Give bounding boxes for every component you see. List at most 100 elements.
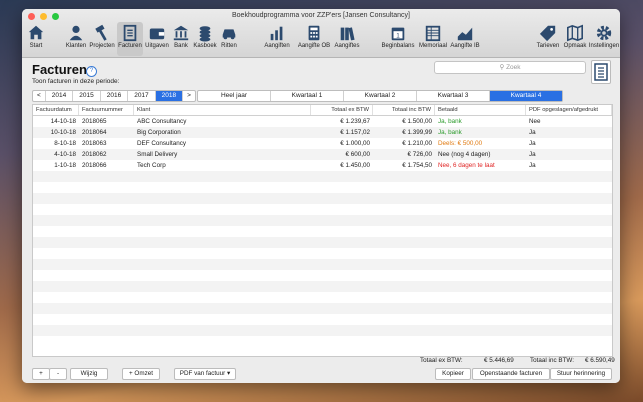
hammer-icon: [95, 24, 107, 41]
gear-icon: [596, 25, 612, 41]
house-icon: [28, 25, 44, 40]
calendar-icon: 1: [391, 27, 405, 41]
add-button[interactable]: +: [32, 368, 50, 380]
toolbar-aangiften[interactable]: Aangiften: [258, 22, 296, 56]
page-title: Facturen: [32, 62, 87, 77]
cell-client: DEF Consultancy: [137, 140, 186, 147]
year-option[interactable]: 2015: [73, 91, 101, 101]
toolbar-facturen[interactable]: Facturen: [117, 22, 143, 56]
toolbar-tarieven[interactable]: Tarieven: [534, 22, 562, 56]
empty-row: [33, 270, 612, 281]
column-header[interactable]: Totaal inc BTW: [373, 105, 435, 115]
toolbar-label: Uitgaven: [145, 43, 169, 49]
year-option[interactable]: 2017: [128, 91, 156, 101]
table-header: Factuurdatum Factuurnummer Klant Totaal …: [33, 105, 612, 116]
edit-button[interactable]: Wijzig: [70, 368, 108, 380]
empty-row: [33, 303, 612, 314]
cell-pdf: Ja: [529, 162, 536, 169]
cell-number: 2018066: [82, 162, 107, 169]
toolbar-label: Opmaak: [563, 43, 587, 49]
search-input[interactable]: ⚲ Zoek: [434, 61, 586, 74]
column-header[interactable]: Betaald: [435, 105, 526, 115]
total-inc-label: Totaal inc BTW:: [530, 357, 574, 364]
column-header[interactable]: Klant: [134, 105, 311, 115]
toolbar-label: Klanten: [65, 43, 87, 49]
cell-total-inc: € 1.399,99: [402, 129, 432, 136]
period-option-selected[interactable]: Kwartaal 4: [490, 91, 562, 101]
remove-button[interactable]: -: [49, 368, 67, 380]
period-option[interactable]: Kwartaal 3: [417, 91, 490, 101]
search-placeholder: Zoek: [506, 64, 521, 71]
toolbar-opmaak[interactable]: Opmaak: [562, 22, 588, 56]
empty-row: [33, 259, 612, 270]
period-option[interactable]: Kwartaal 2: [344, 91, 417, 101]
table-row[interactable]: 4-10-18 2018062 Small Delivery € 600,00 …: [33, 149, 612, 160]
toolbar-aangifte-ib[interactable]: Aangifte IB: [450, 22, 480, 56]
toolbar-bank[interactable]: Bank: [170, 22, 192, 56]
toolbar-aangifte-ob[interactable]: Aangifte OB: [296, 22, 332, 56]
toolbar-projecten[interactable]: Projecten: [88, 22, 116, 56]
column-header[interactable]: PDF opgeslagen/afgedrukt: [526, 105, 612, 115]
total-ex-value: € 5.446,69: [484, 357, 514, 364]
cell-date: 4-10-18: [54, 151, 76, 158]
column-header[interactable]: Totaal ex BTW: [311, 105, 373, 115]
year-prev-button[interactable]: <: [33, 91, 46, 101]
car-icon: [222, 29, 236, 40]
report-button[interactable]: [591, 60, 611, 84]
cell-total-ex: € 600,00: [345, 151, 370, 158]
help-button[interactable]: ?: [86, 66, 97, 77]
cell-pdf: Ja: [529, 140, 536, 147]
toolbar-label: Aangifte IB: [450, 43, 480, 49]
year-option[interactable]: 2014: [46, 91, 74, 101]
cell-client: Big Corporation: [137, 129, 181, 136]
bank-icon: [173, 25, 189, 41]
empty-row: [33, 215, 612, 226]
year-option-selected[interactable]: 2018: [155, 91, 184, 101]
toolbar-beginbalans[interactable]: 1 Beginbalans: [380, 22, 416, 56]
toolbar-label: Aangiften: [264, 43, 290, 49]
year-next-button[interactable]: >: [183, 91, 195, 101]
table-row[interactable]: 14-10-18 2018065 ABC Consultancy € 1.239…: [33, 116, 612, 127]
cell-number: 2018064: [82, 129, 107, 136]
empty-row: [33, 171, 612, 182]
open-invoices-button[interactable]: Openstaande facturen: [472, 368, 550, 380]
chevron-down-icon: ▾: [227, 370, 231, 377]
table-row[interactable]: 8-10-18 2018063 DEF Consultancy € 1.000,…: [33, 138, 612, 149]
toolbar-label: Bank: [174, 43, 188, 49]
copy-button[interactable]: Kopieer: [435, 368, 471, 380]
cell-paid: Ja, bank: [438, 118, 462, 125]
toolbar-memoriaal[interactable]: Memoriaal: [416, 22, 450, 56]
invoice-table: Factuurdatum Factuurnummer Klant Totaal …: [32, 104, 613, 357]
toolbar-kasboek[interactable]: Kasboek: [192, 22, 218, 56]
add-omzet-button[interactable]: + Omzet: [122, 368, 160, 380]
toolbar-instellingen[interactable]: Instellingen: [588, 22, 620, 56]
period-option[interactable]: Kwartaal 1: [271, 91, 344, 101]
pdf-invoice-button[interactable]: PDF van factuur ▾: [174, 368, 236, 380]
cell-date: 10-10-18: [50, 129, 76, 136]
wallet-icon: [149, 28, 165, 40]
period-label: Toon facturen in deze periode:: [32, 78, 120, 85]
toolbar-start[interactable]: Start: [24, 22, 48, 56]
cell-total-inc: € 1.500,00: [402, 118, 432, 125]
send-reminder-button[interactable]: Stuur herinnering: [550, 368, 612, 380]
table-row[interactable]: 10-10-18 2018064 Big Corporation € 1.157…: [33, 127, 612, 138]
empty-row: [33, 193, 612, 204]
period-option[interactable]: Heel jaar: [198, 91, 271, 101]
column-header[interactable]: Factuurnummer: [79, 105, 134, 115]
toolbar-klanten[interactable]: Klanten: [64, 22, 88, 56]
year-option[interactable]: 2016: [101, 91, 129, 101]
toolbar-label: Start: [29, 43, 43, 49]
table-row[interactable]: 1-10-18 2018066 Tech Corp € 1.450,00 € 1…: [33, 160, 612, 171]
empty-row: [33, 292, 612, 303]
cell-client: Small Delivery: [137, 151, 178, 158]
toolbar-uitgaven[interactable]: Uitgaven: [144, 22, 170, 56]
toolbar-aangiftes[interactable]: Aangiftes: [332, 22, 362, 56]
period-selector: Heel jaar Kwartaal 1 Kwartaal 2 Kwartaal…: [197, 90, 563, 102]
cell-pdf: Nee: [529, 118, 541, 125]
column-header[interactable]: Factuurdatum: [33, 105, 79, 115]
ledger-icon: [425, 25, 441, 42]
total-inc-value: € 6.590,49: [585, 357, 615, 364]
tag-icon: [539, 25, 556, 42]
toolbar-ritten[interactable]: Ritten: [218, 22, 240, 56]
bar-chart-icon: [270, 26, 283, 41]
